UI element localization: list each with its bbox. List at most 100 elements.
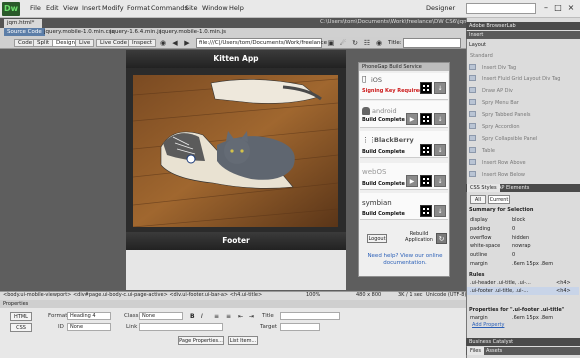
menu-format[interactable]: Format	[127, 4, 150, 12]
css-mode-button[interactable]: CSS	[10, 323, 32, 332]
menu-insert[interactable]: Insert	[82, 4, 101, 12]
qr-code-icon[interactable]	[420, 205, 432, 217]
insert-item-collapsible[interactable]: Spry Collapsible Panel	[482, 136, 537, 142]
minimize-icon[interactable]: –	[540, 2, 552, 14]
close-icon[interactable]: ×	[565, 2, 577, 14]
document-tab[interactable]: jqm.html*	[4, 19, 42, 28]
insert-item-menu-bar[interactable]: Spry Menu Bar	[482, 100, 519, 106]
live-view-button[interactable]: Live	[75, 39, 95, 47]
related-file-css[interactable]: jquery.mobile-1.0.min.css	[44, 29, 114, 35]
page-header[interactable]: Kitten App	[126, 50, 346, 68]
live-code-button[interactable]: Live Code	[96, 39, 132, 47]
indent-icon[interactable]: ⇥	[249, 313, 254, 320]
related-file-mobile-js[interactable]: jquery.mobile-1.0.min.js	[160, 29, 226, 35]
search-input[interactable]	[466, 3, 536, 14]
qr-code-icon[interactable]	[420, 82, 432, 94]
refresh-icon[interactable]: ↻	[350, 38, 360, 48]
run-icon[interactable]: ▶	[406, 175, 418, 187]
css-prop-name: margin	[470, 261, 488, 267]
download-icon[interactable]: ↓	[434, 205, 446, 217]
preview-icon[interactable]: ☄	[338, 38, 348, 48]
rule-selector[interactable]: .ui-header .ui-title, .ui-...	[470, 280, 531, 286]
menu-edit[interactable]: Edit	[46, 4, 59, 12]
business-catalyst-header[interactable]: Business Catalyst	[466, 338, 580, 346]
workspace-switcher[interactable]: Designer	[426, 4, 455, 12]
download-icon[interactable]: ↓	[434, 113, 446, 125]
tab-files[interactable]: Files	[467, 347, 484, 355]
download-icon[interactable]: ↓	[434, 175, 446, 187]
page-footer[interactable]: Footer	[126, 232, 346, 250]
italic-icon[interactable]: I	[201, 313, 203, 320]
rebuild-icon[interactable]: ↻	[436, 233, 447, 244]
qr-code-icon[interactable]	[420, 175, 432, 187]
menu-help[interactable]: Help	[229, 4, 244, 12]
maximize-icon[interactable]: □	[552, 2, 564, 14]
insert-category-select[interactable]: Layout	[469, 41, 509, 49]
inspect-button[interactable]: Inspect	[128, 39, 157, 47]
logout-button[interactable]: Logout	[367, 234, 387, 243]
tab-css-styles[interactable]: CSS Styles	[467, 184, 500, 192]
menu-modify[interactable]: Modify	[102, 4, 124, 12]
insert-item-row-below[interactable]: Insert Row Below	[482, 172, 525, 178]
add-property-link[interactable]: Add Property	[472, 322, 504, 328]
insert-item-row-above[interactable]: Insert Row Above	[482, 160, 526, 166]
related-file-source[interactable]: Source Code	[4, 28, 45, 36]
tab-assets[interactable]: Assets	[486, 347, 502, 355]
insert-item-div[interactable]: Insert Div Tag	[482, 65, 516, 71]
rule-selector[interactable]: .ui-footer .ui-title, .ui-...	[470, 288, 528, 294]
qr-code-icon[interactable]	[420, 144, 432, 156]
menu-site[interactable]: Site	[185, 4, 197, 12]
forward-icon[interactable]: ▶	[182, 38, 192, 48]
insert-item-ap-div[interactable]: Draw AP Div	[482, 88, 513, 94]
unordered-list-icon[interactable]: ≡	[214, 313, 219, 320]
css-prop-value[interactable]: .6em 15px .8em	[512, 315, 553, 321]
tag-selector[interactable]: <body.ui-mobile-viewport> <div#page.ui-b…	[3, 292, 262, 298]
list-item-button[interactable]: List Item...	[228, 336, 258, 345]
menu-window[interactable]: Window	[202, 4, 228, 12]
insert-panel-header[interactable]: Insert	[466, 31, 580, 39]
window-size[interactable]: 480 x 800	[356, 292, 381, 298]
target-select[interactable]	[280, 323, 320, 331]
html-mode-button[interactable]: HTML	[10, 312, 32, 321]
class-select[interactable]: None	[139, 312, 183, 320]
related-file-jquery[interactable]: jquery-1.6.4.min.js	[110, 29, 162, 35]
globe-icon[interactable]: ◉	[158, 38, 168, 48]
address-bar[interactable]: file:///C|/Users/tom/Documents/Work/free…	[196, 38, 327, 48]
download-icon[interactable]: ↓	[434, 82, 446, 94]
menu-file[interactable]: File	[30, 4, 41, 12]
tab-ap-elements[interactable]: AP Elements	[498, 184, 529, 192]
multiscreen-icon[interactable]: ▣	[326, 38, 336, 48]
insert-item-table[interactable]: Table	[482, 148, 495, 154]
id-select[interactable]: None	[67, 323, 111, 331]
row-below-icon	[469, 171, 476, 177]
browserlab-panel-header[interactable]: Adobe BrowserLab	[466, 22, 580, 30]
insert-item-accordion[interactable]: Spry Accordion	[482, 124, 520, 130]
page-properties-button[interactable]: Page Properties...	[178, 336, 224, 345]
menu-view[interactable]: View	[63, 4, 78, 12]
title-input[interactable]	[403, 38, 461, 48]
view-options-icon[interactable]: ☷	[362, 38, 372, 48]
split-view-button[interactable]: Split	[33, 39, 54, 47]
download-icon[interactable]: ↓	[434, 144, 446, 156]
visual-aids-icon[interactable]: ◉	[374, 38, 384, 48]
css-all-button[interactable]: All	[470, 195, 486, 204]
css-current-button[interactable]: Current	[488, 195, 510, 204]
kitten-photo[interactable]	[133, 75, 338, 227]
insert-item-fluid-grid[interactable]: Insert Fluid Grid Layout Div Tag	[482, 76, 560, 82]
zoom-select[interactable]: 100%	[306, 292, 320, 298]
insert-item-standard[interactable]: Standard	[470, 53, 493, 59]
link-input[interactable]	[139, 323, 223, 331]
menu-commands[interactable]: Commands	[151, 4, 188, 12]
format-select[interactable]: Heading 4	[67, 312, 111, 320]
run-icon[interactable]: ▶	[406, 113, 418, 125]
platform-status: Build Complete	[362, 149, 405, 155]
qr-code-icon[interactable]	[420, 113, 432, 125]
back-icon[interactable]: ◀	[170, 38, 180, 48]
insert-item-tabbed-panels[interactable]: Spry Tabbed Panels	[482, 112, 531, 118]
bold-icon[interactable]: B	[190, 313, 195, 320]
ordered-list-icon[interactable]: ≡	[226, 313, 231, 320]
outdent-icon[interactable]: ⇤	[238, 313, 243, 320]
css-prop-value: hidden	[512, 235, 530, 241]
title-field[interactable]	[280, 312, 340, 320]
help-link[interactable]: Need help? View our online documentation…	[365, 253, 445, 267]
